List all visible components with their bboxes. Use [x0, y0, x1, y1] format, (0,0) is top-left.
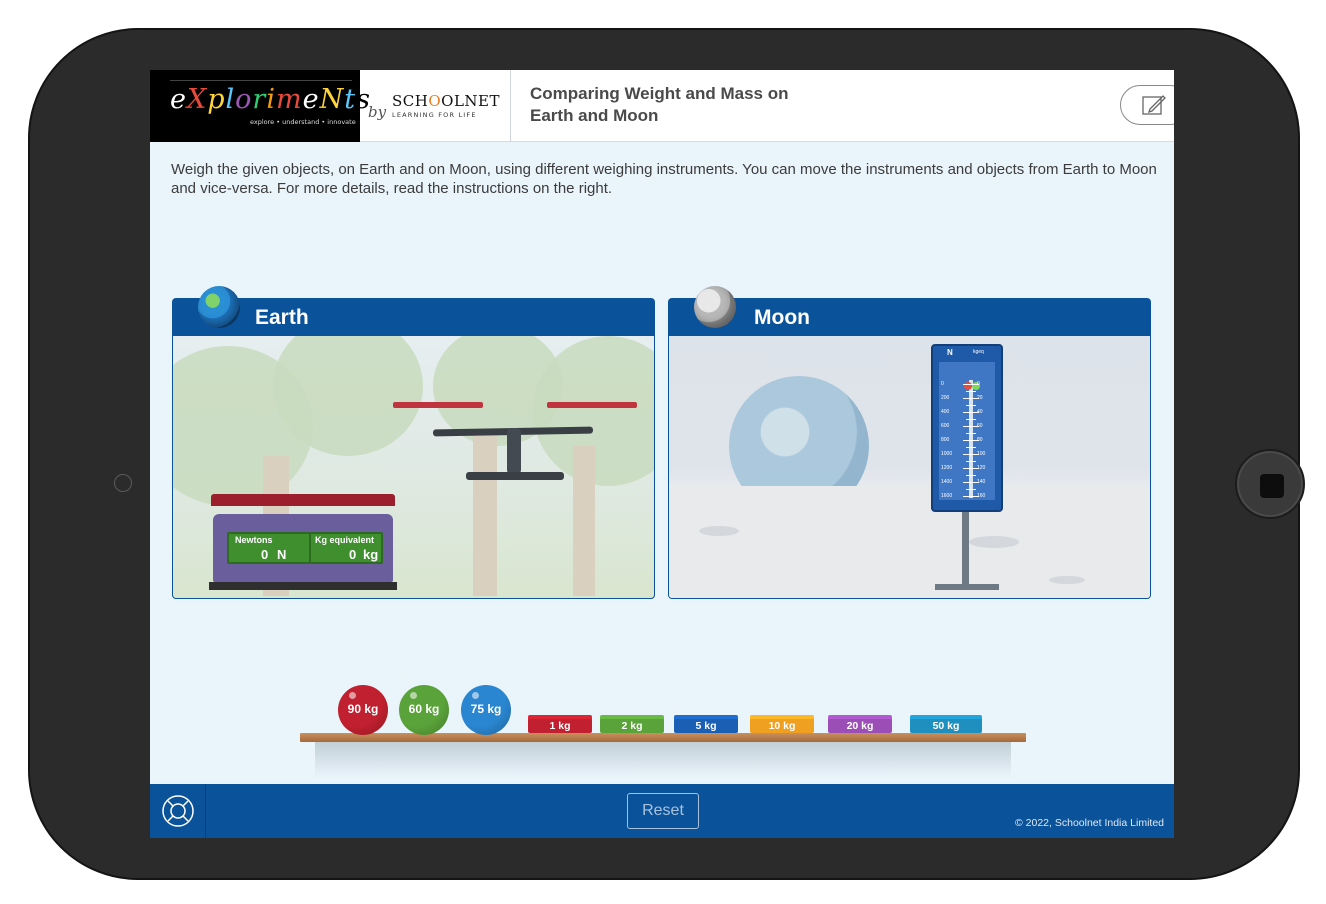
spring-newton-tick-label: 400 [941, 409, 950, 415]
spring-minor-tick [966, 391, 976, 392]
page-title: Comparing Weight and Mass on Earth and M… [530, 84, 789, 125]
spring-kg-unit: kgeq [973, 349, 984, 355]
explorimeNts-logo: eXplorimeNts explore • understand • inno… [150, 70, 370, 142]
weight-block-20kg[interactable]: 20 kg [828, 718, 892, 733]
spring-newton-unit: N [947, 348, 953, 357]
stop-icon [1260, 474, 1284, 498]
spring-newton-tick-label: 1400 [941, 479, 953, 485]
spring-tick [963, 440, 979, 441]
spring-minor-tick [966, 475, 976, 476]
mass-ball-75kg[interactable]: 75 kg [461, 685, 511, 735]
earth-globe-icon [198, 286, 240, 328]
kg-equivalent-label: Kg equivalent [315, 535, 375, 545]
crater [1049, 576, 1085, 584]
spring-minor-tick [966, 489, 976, 490]
spring-newton-tick-label: 1000 [941, 451, 953, 457]
camera-icon [114, 474, 132, 492]
instructions-text: Weigh the given objects, on Earth and on… [171, 161, 1157, 197]
spring-tick [963, 496, 979, 497]
moon-scene: N kgeq 002002040040600608008010001001200… [668, 336, 1151, 599]
tree-trunk [573, 446, 595, 596]
objects-shelf [300, 733, 1026, 742]
spring-tick [963, 384, 979, 385]
kg-value: 0 [349, 547, 357, 562]
spring-stand-pole [962, 512, 969, 590]
spring-newton-tick-label: 200 [941, 395, 950, 401]
newtons-unit: N [277, 547, 287, 562]
app-footer: Reset © 2022, Schoolnet India Limited [150, 784, 1174, 838]
balance-base [466, 472, 564, 480]
copyright-text: © 2022, Schoolnet India Limited [1015, 817, 1164, 829]
earth-panel-title: Earth [255, 306, 309, 329]
spring-stand-foot [935, 584, 999, 590]
scale-base [209, 582, 397, 590]
spring-scale-face: 0020020400406006080080100010012001201400… [939, 362, 995, 500]
spring-minor-tick [966, 461, 976, 462]
spring-minor-tick [966, 433, 976, 434]
by-label: by [368, 103, 387, 121]
logo-tagline: explore • understand • innovate [250, 118, 356, 126]
spring-newton-tick-label: 800 [941, 437, 950, 443]
mass-ball-60kg[interactable]: 60 kg [399, 685, 449, 735]
reset-button[interactable]: Reset [627, 793, 699, 829]
pencil-note-icon [1142, 95, 1166, 115]
moon-panel-header: Moon [668, 286, 1151, 336]
header-divider [510, 70, 511, 142]
moon-panel-title: Moon [754, 306, 810, 329]
spring-newton-tick-label: 1600 [941, 493, 953, 499]
moon-panel: Moon N kgeq 0020020400406006080080100010… [668, 286, 1151, 599]
lifebuoy-icon [162, 795, 194, 827]
spring-tick [963, 426, 979, 427]
spring-tick [963, 468, 979, 469]
spring-tick [963, 454, 979, 455]
spring-minor-tick [966, 405, 976, 406]
schoolnet-tagline: LEARNING FOR LIFE [392, 111, 477, 119]
crater [969, 536, 1019, 548]
weight-block-2kg[interactable]: 2 kg [600, 718, 664, 733]
app-header: eXplorimeNts explore • understand • inno… [150, 70, 1174, 142]
spring-newton-tick-label: 0 [941, 381, 944, 387]
left-pan[interactable] [393, 402, 483, 408]
spring-balance-body[interactable]: N kgeq 002002040040600608008010001001200… [931, 344, 1003, 512]
weight-block-5kg[interactable]: 5 kg [674, 718, 738, 733]
crater [699, 526, 739, 536]
display-separator [309, 534, 311, 562]
earth-panel-header: Earth [172, 286, 655, 336]
tree-trunk [473, 436, 497, 596]
moon-icon [694, 286, 736, 328]
spring-newton-tick-label: 600 [941, 423, 950, 429]
mass-ball-90kg[interactable]: 90 kg [338, 685, 388, 735]
right-pan[interactable] [547, 402, 637, 408]
spring-tick [963, 398, 979, 399]
spring-tick [963, 482, 979, 483]
help-button[interactable] [150, 784, 206, 838]
notes-button[interactable] [1120, 85, 1174, 125]
kg-unit: kg [363, 547, 379, 562]
logo-wordmark: eXplorimeNts [170, 84, 371, 115]
weight-block-1kg[interactable]: 1 kg [528, 718, 592, 733]
schoolnet-logo: SCHOOLNET [392, 92, 500, 110]
newtons-value: 0 [261, 547, 269, 562]
weight-block-10kg[interactable]: 10 kg [750, 718, 814, 733]
shelf-shadow [315, 742, 1011, 778]
scale-platform[interactable] [211, 494, 395, 506]
newtons-label: Newtons [235, 535, 273, 545]
balance-stand [507, 428, 521, 474]
spring-minor-tick [966, 419, 976, 420]
spring-minor-tick [966, 447, 976, 448]
home-button[interactable] [1235, 449, 1305, 519]
earth-scene: Newtons Kg equivalent 0 N 0 kg [172, 336, 655, 599]
weight-block-50kg[interactable]: 50 kg [910, 718, 982, 733]
app-screen: eXplorimeNts explore • understand • inno… [150, 70, 1174, 838]
spring-newton-tick-label: 1200 [941, 465, 953, 471]
logo-divider [170, 80, 352, 81]
spring-tick [963, 412, 979, 413]
earth-panel: Earth Newtons Kg equivalent 0 N 0 kg [172, 286, 655, 599]
scale-display: Newtons Kg equivalent 0 N 0 kg [227, 532, 383, 564]
